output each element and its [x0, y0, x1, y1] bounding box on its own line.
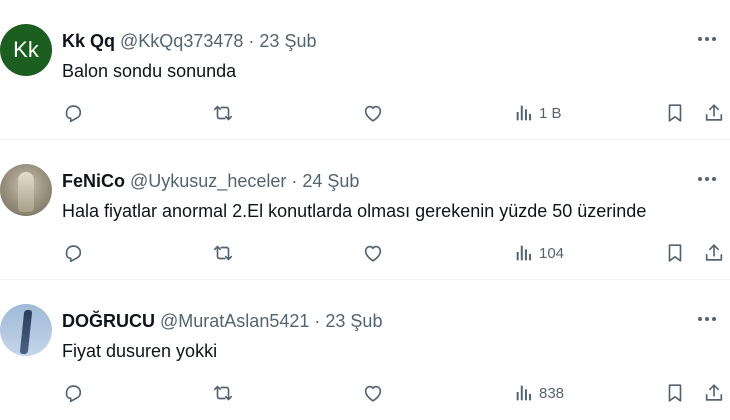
separator: ·: [314, 311, 321, 331]
retweet-icon: [213, 385, 233, 401]
views-button[interactable]: 1 B: [513, 100, 562, 126]
tweet-date[interactable]: 23 Şub: [259, 31, 316, 51]
tweet-header: FeNiCo @Uykusuz_heceler · 24 Şub: [62, 171, 359, 192]
like-button[interactable]: [362, 380, 384, 406]
heart-icon: [364, 105, 382, 122]
tweet-actions: 1 B: [0, 100, 730, 126]
share-icon: [705, 384, 723, 401]
avatar[interactable]: Kk: [0, 24, 52, 76]
tweet-date[interactable]: 23 Şub: [325, 311, 382, 331]
views-count: 838: [539, 384, 565, 402]
reply-button[interactable]: [62, 100, 84, 126]
avatar[interactable]: [0, 304, 52, 356]
bookmark-icon: [668, 244, 682, 262]
bookmark-icon: [668, 104, 682, 122]
bookmark-button[interactable]: [664, 380, 686, 406]
views-count: 1 B: [539, 104, 562, 122]
tweet[interactable]: DOĞRUCU @MuratAslan5421 · 23 Şub Fiyat d…: [0, 280, 730, 420]
tweet-text: Fiyat dusuren yokki: [62, 341, 218, 361]
like-button[interactable]: [362, 100, 384, 126]
tweet[interactable]: Kk Kk Qq @KkQq373478 · 23 Şub Balon sond…: [0, 0, 730, 140]
retweet-button[interactable]: [212, 100, 234, 126]
user-handle[interactable]: @MuratAslan5421: [160, 311, 309, 331]
share-button[interactable]: [703, 100, 725, 126]
views-button[interactable]: 838: [513, 380, 564, 406]
more-icon[interactable]: [694, 306, 720, 332]
retweet-button[interactable]: [212, 380, 234, 406]
views-button[interactable]: 104: [513, 240, 564, 266]
heart-icon: [364, 385, 382, 402]
retweet-icon: [213, 245, 233, 261]
tweet-actions: 104: [0, 240, 730, 266]
avatar[interactable]: [0, 164, 52, 216]
tweet-header: Kk Qq @KkQq373478 · 23 Şub: [62, 31, 316, 52]
bookmark-button[interactable]: [664, 100, 686, 126]
bookmark-button[interactable]: [664, 240, 686, 266]
views-icon: [516, 245, 532, 261]
tweet-header: DOĞRUCU @MuratAslan5421 · 23 Şub: [62, 311, 382, 332]
tweet-date[interactable]: 24 Şub: [302, 171, 359, 191]
more-icon[interactable]: [694, 166, 720, 192]
separator: ·: [291, 171, 298, 191]
reply-icon: [65, 385, 82, 403]
tweet-actions: 838: [0, 380, 730, 406]
views-icon: [516, 385, 532, 401]
tweet[interactable]: FeNiCo @Uykusuz_heceler · 24 Şub Hala fi…: [0, 140, 730, 280]
share-button[interactable]: [703, 240, 725, 266]
share-icon: [705, 104, 723, 121]
share-button[interactable]: [703, 380, 725, 406]
share-icon: [705, 244, 723, 261]
reply-icon: [65, 105, 82, 123]
views-icon: [516, 105, 532, 121]
reply-icon: [65, 245, 82, 263]
reply-button[interactable]: [62, 380, 84, 406]
more-icon[interactable]: [694, 26, 720, 52]
retweet-button[interactable]: [212, 240, 234, 266]
views-count: 104: [539, 244, 565, 262]
reply-button[interactable]: [62, 240, 84, 266]
retweet-icon: [213, 105, 233, 121]
tweet-text: Hala fiyatlar anormal 2.El konutlarda ol…: [62, 201, 647, 221]
tweet-feed: Kk Kk Qq @KkQq373478 · 23 Şub Balon sond…: [0, 0, 730, 420]
tweet-text: Balon sondu sonunda: [62, 61, 237, 81]
display-name[interactable]: Kk Qq: [62, 31, 115, 51]
heart-icon: [364, 245, 382, 262]
user-handle[interactable]: @KkQq373478: [120, 31, 243, 51]
separator: ·: [248, 31, 255, 51]
user-handle[interactable]: @Uykusuz_heceler: [130, 171, 286, 191]
bookmark-icon: [668, 384, 682, 402]
like-button[interactable]: [362, 240, 384, 266]
display-name[interactable]: FeNiCo: [62, 171, 125, 191]
display-name[interactable]: DOĞRUCU: [62, 311, 155, 331]
